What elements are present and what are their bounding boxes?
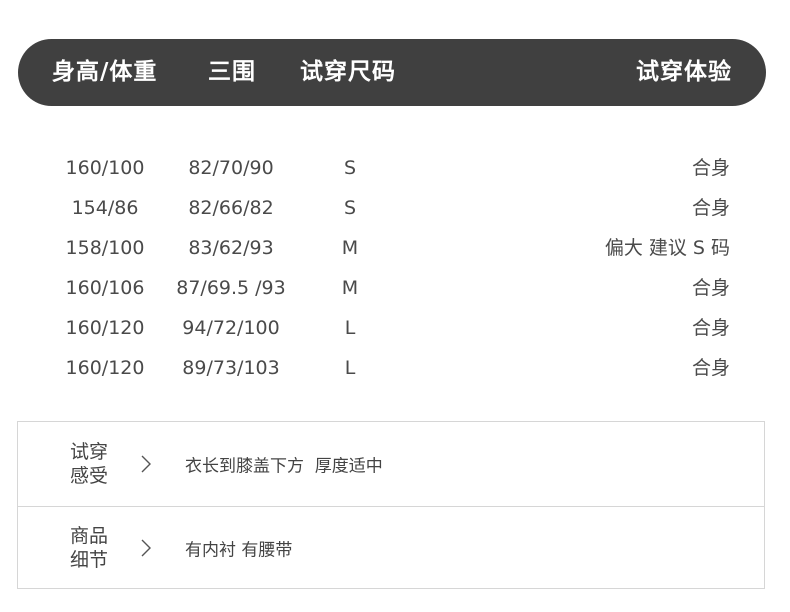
cell-body: 160/100	[65, 157, 145, 179]
cell-measurements: 87/69.5 /93	[176, 277, 286, 299]
cell-body: 160/106	[65, 277, 145, 299]
table-header: 身高/体重 三围 试穿尺码 试穿体验	[18, 39, 766, 106]
cell-experience: 合身	[691, 357, 730, 379]
table-row: 160/120 89/73/103 L 合身	[0, 348, 790, 388]
chevron-right-icon	[141, 539, 151, 557]
cell-body: 158/100	[65, 237, 145, 259]
cell-body: 160/120	[65, 317, 145, 339]
detail-row-product-details[interactable]: 商品 细节 有内衬 有腰带	[18, 506, 764, 590]
detail-text: 有内衬 有腰带	[185, 540, 293, 561]
header-measurements: 三围	[208, 59, 256, 85]
table-row: 160/120 94/72/100 L 合身	[0, 308, 790, 348]
cell-experience: 合身	[691, 277, 730, 299]
header-tried-size: 试穿尺码	[300, 59, 396, 85]
cell-body: 154/86	[71, 197, 139, 219]
fit-table: 160/100 82/70/90 S 合身 154/86 82/66/82 S …	[0, 148, 790, 388]
detail-label: 试穿 感受	[70, 440, 110, 488]
table-row: 160/106 87/69.5 /93 M 合身	[0, 268, 790, 308]
cell-measurements: 94/72/100	[182, 317, 280, 339]
cell-experience: 偏大 建议 S 码	[604, 237, 730, 259]
chevron-right-icon	[141, 455, 151, 473]
detail-label-line2: 感受	[70, 465, 109, 487]
detail-row-fit-feeling[interactable]: 试穿 感受 衣长到膝盖下方 厚度适中	[18, 422, 764, 507]
cell-size: L	[344, 317, 356, 339]
cell-size: L	[344, 357, 356, 379]
cell-size: M	[341, 237, 359, 259]
table-row: 154/86 82/66/82 S 合身	[0, 188, 790, 228]
detail-label: 商品 细节	[70, 524, 110, 572]
cell-size: S	[343, 157, 357, 179]
cell-measurements: 82/66/82	[188, 197, 274, 219]
cell-measurements: 83/62/93	[188, 237, 274, 259]
cell-experience: 合身	[691, 317, 730, 339]
detail-text: 衣长到膝盖下方 厚度适中	[185, 456, 383, 477]
cell-measurements: 82/70/90	[188, 157, 274, 179]
detail-label-line1: 试穿	[70, 441, 109, 463]
cell-size: S	[343, 197, 357, 219]
header-body-size: 身高/体重	[52, 59, 158, 85]
cell-size: M	[341, 277, 359, 299]
detail-label-line2: 细节	[70, 549, 109, 571]
table-row: 158/100 83/62/93 M 偏大 建议 S 码	[0, 228, 790, 268]
cell-experience: 合身	[691, 157, 730, 179]
table-row: 160/100 82/70/90 S 合身	[0, 148, 790, 188]
cell-experience: 合身	[691, 197, 730, 219]
cell-body: 160/120	[65, 357, 145, 379]
details-panel: 试穿 感受 衣长到膝盖下方 厚度适中 商品 细节 有内衬 有腰带	[17, 421, 765, 589]
detail-label-line1: 商品	[70, 525, 109, 547]
cell-measurements: 89/73/103	[182, 357, 280, 379]
header-fit-experience: 试穿体验	[636, 59, 732, 85]
